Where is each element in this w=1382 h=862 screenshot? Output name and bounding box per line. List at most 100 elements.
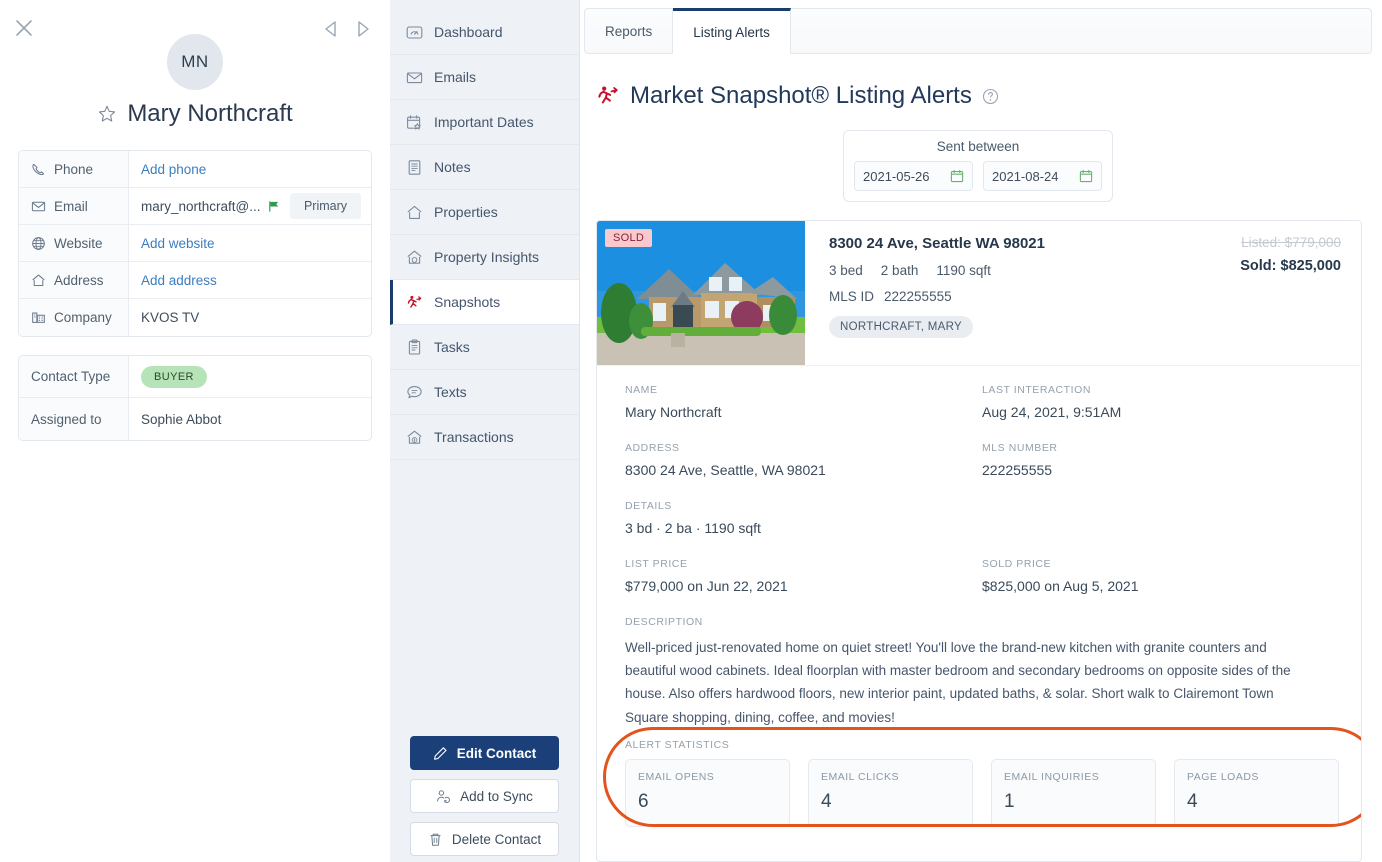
assigned-to-row: Assigned to Sophie Abbot [19,398,371,440]
sidebar-item-emails[interactable]: Emails [390,55,579,100]
detail-last-interaction: LAST INTERACTION Aug 24, 2021, 9:51AM [982,384,1339,420]
sidebar-item-transactions-label: Transactions [434,429,514,445]
email-value-wrap[interactable]: mary_northcraft@... [141,199,290,214]
alert-statistics-cards: EMAIL OPENS 6 EMAIL CLICKS 4 EMAIL INQUI… [625,758,1339,827]
detail-sold-price-value: $825,000 on Aug 5, 2021 [982,578,1139,594]
sidebar-item-dashboard[interactable]: Dashboard [390,10,579,55]
contact-field-address-label: Address [19,262,129,298]
close-icon[interactable] [13,17,35,39]
envelope-icon [406,69,423,86]
contact-field-email-label-text: Email [54,198,88,214]
start-date-input[interactable]: 2021-05-26 [854,161,973,191]
page-title-row: Market Snapshot® Listing Alerts [596,82,1372,110]
favorite-star-icon[interactable] [97,104,117,124]
listing-prices: Listed: $779,000 Sold: $825,000 [1240,235,1341,274]
delete-contact-label: Delete Contact [451,831,542,847]
delete-contact-button[interactable]: Delete Contact [410,822,559,856]
detail-description-label: DESCRIPTION [625,616,703,628]
listing-baths: 2 bath [880,263,919,278]
contact-field-email-label: Email [19,188,129,224]
sidebar-item-dashboard-label: Dashboard [434,24,503,40]
add-phone-link[interactable]: Add phone [129,151,371,187]
previous-contact-icon[interactable] [321,19,341,39]
contact-field-email-value: mary_northcraft@... Primary [129,188,371,224]
detail-name-label: NAME [625,384,658,396]
calendar-icon[interactable] [950,169,964,183]
detail-details-label: DETAILS [625,500,672,512]
page-title: Market Snapshot® Listing Alerts [630,82,972,109]
date-inputs: 2021-05-26 2021-08-24 [854,161,1102,191]
contact-info-table: Phone Add phone Email mary_northcraft@..… [18,150,372,337]
listing-alert-card: SOLD 8300 24 Ave, Seattle WA 98021 3 bed… [596,220,1362,862]
calendar-icon[interactable] [1079,169,1093,183]
green-flag-icon [267,200,280,213]
contact-panel-header: MN [0,0,390,96]
trash-icon [428,832,443,847]
building-icon [31,310,46,325]
details-grid: NAME Mary Northcraft LAST INTERACTION Au… [625,384,1339,743]
sidebar-item-property-insights-label: Property Insights [434,249,540,265]
contact-field-website-label: Website [19,225,129,261]
contact-nav-sidebar: Dashboard Emails Important Dates Notes P… [390,0,580,862]
sidebar-item-important-dates[interactable]: Important Dates [390,100,579,145]
detail-name-value: Mary Northcraft [625,404,722,420]
sidebar-item-emails-label: Emails [434,69,477,85]
listing-mls-value: 222255555 [884,289,952,304]
tab-listing-alerts[interactable]: Listing Alerts [673,8,791,54]
stat-card-email-opens: EMAIL OPENS 6 [625,758,790,827]
calendar-star-icon [406,114,423,131]
gauge-icon [406,24,423,41]
detail-last-interaction-label: LAST INTERACTION [982,384,1091,396]
detail-mls-number-label: MLS NUMBER [982,442,1058,454]
sidebar-item-tasks[interactable]: Tasks [390,325,579,370]
sidebar-item-properties[interactable]: Properties [390,190,579,235]
tab-bar: Reports Listing Alerts [584,8,1372,54]
detail-address-value: 8300 24 Ave, Seattle, WA 98021 [625,462,826,478]
listing-info: 8300 24 Ave, Seattle WA 98021 3 bed 2 ba… [805,221,1361,365]
contact-field-website-label-text: Website [54,235,103,251]
detail-list-price: LIST PRICE $779,000 on Jun 22, 2021 [625,558,982,594]
alert-statistics-section: ALERT STATISTICS EMAIL OPENS 6 EMAIL CLI… [603,726,1361,827]
detail-details-value: 3 bd · 2 ba · 1190 sqft [625,520,761,536]
sidebar-item-property-insights[interactable]: Property Insights [390,235,579,280]
add-website-link[interactable]: Add website [129,225,371,261]
user-sync-icon [436,789,451,804]
app-root: MN Mary Northcraft Phone Add phone Email… [0,0,1382,862]
end-date-input[interactable]: 2021-08-24 [983,161,1102,191]
add-to-sync-button[interactable]: Add to Sync [410,779,559,813]
contact-panel: MN Mary Northcraft Phone Add phone Email… [0,0,390,862]
note-icon [406,159,423,176]
contact-action-buttons: Edit Contact Add to Sync Delete Contact [390,736,579,862]
detail-name: NAME Mary Northcraft [625,384,982,420]
alert-statistics-label: ALERT STATISTICS [625,738,730,751]
main-content: Reports Listing Alerts Market Snapshot® … [580,0,1382,862]
detail-sold-price-label: SOLD PRICE [982,558,1052,570]
buyer-badge: BUYER [141,365,207,388]
nav-list: Dashboard Emails Important Dates Notes P… [390,0,579,460]
contact-nav-arrows [321,19,373,39]
contact-type-value: BUYER [129,356,371,397]
home-shield-icon [406,249,423,266]
sidebar-item-transactions[interactable]: Transactions [390,415,579,460]
detail-mls-number: MLS NUMBER 222255555 [982,442,1339,478]
help-icon[interactable] [982,88,999,105]
contact-field-phone-label-text: Phone [54,161,94,177]
stat-email-opens-value: 6 [638,790,649,812]
stat-card-email-inquiries: EMAIL INQUIRIES 1 [991,758,1156,827]
contact-field-email: Email mary_northcraft@... Primary [19,188,371,225]
add-address-link[interactable]: Add address [129,262,371,298]
email-primary-badge[interactable]: Primary [289,193,361,219]
listing-sqft: 1190 sqft [936,263,991,278]
sidebar-item-notes[interactable]: Notes [390,145,579,190]
sidebar-item-important-dates-label: Important Dates [434,114,534,130]
sidebar-item-texts-label: Texts [434,384,467,400]
sidebar-item-notes-label: Notes [434,159,471,175]
detail-address: ADDRESS 8300 24 Ave, Seattle, WA 98021 [625,442,982,478]
sidebar-item-texts[interactable]: Texts [390,370,579,415]
tab-reports[interactable]: Reports [585,9,674,53]
edit-contact-button[interactable]: Edit Contact [410,736,559,770]
stat-email-inquiries-value: 1 [1004,790,1015,812]
sidebar-item-snapshots[interactable]: Snapshots [390,280,579,325]
next-contact-icon[interactable] [353,19,373,39]
assigned-to-value: Sophie Abbot [141,411,222,427]
